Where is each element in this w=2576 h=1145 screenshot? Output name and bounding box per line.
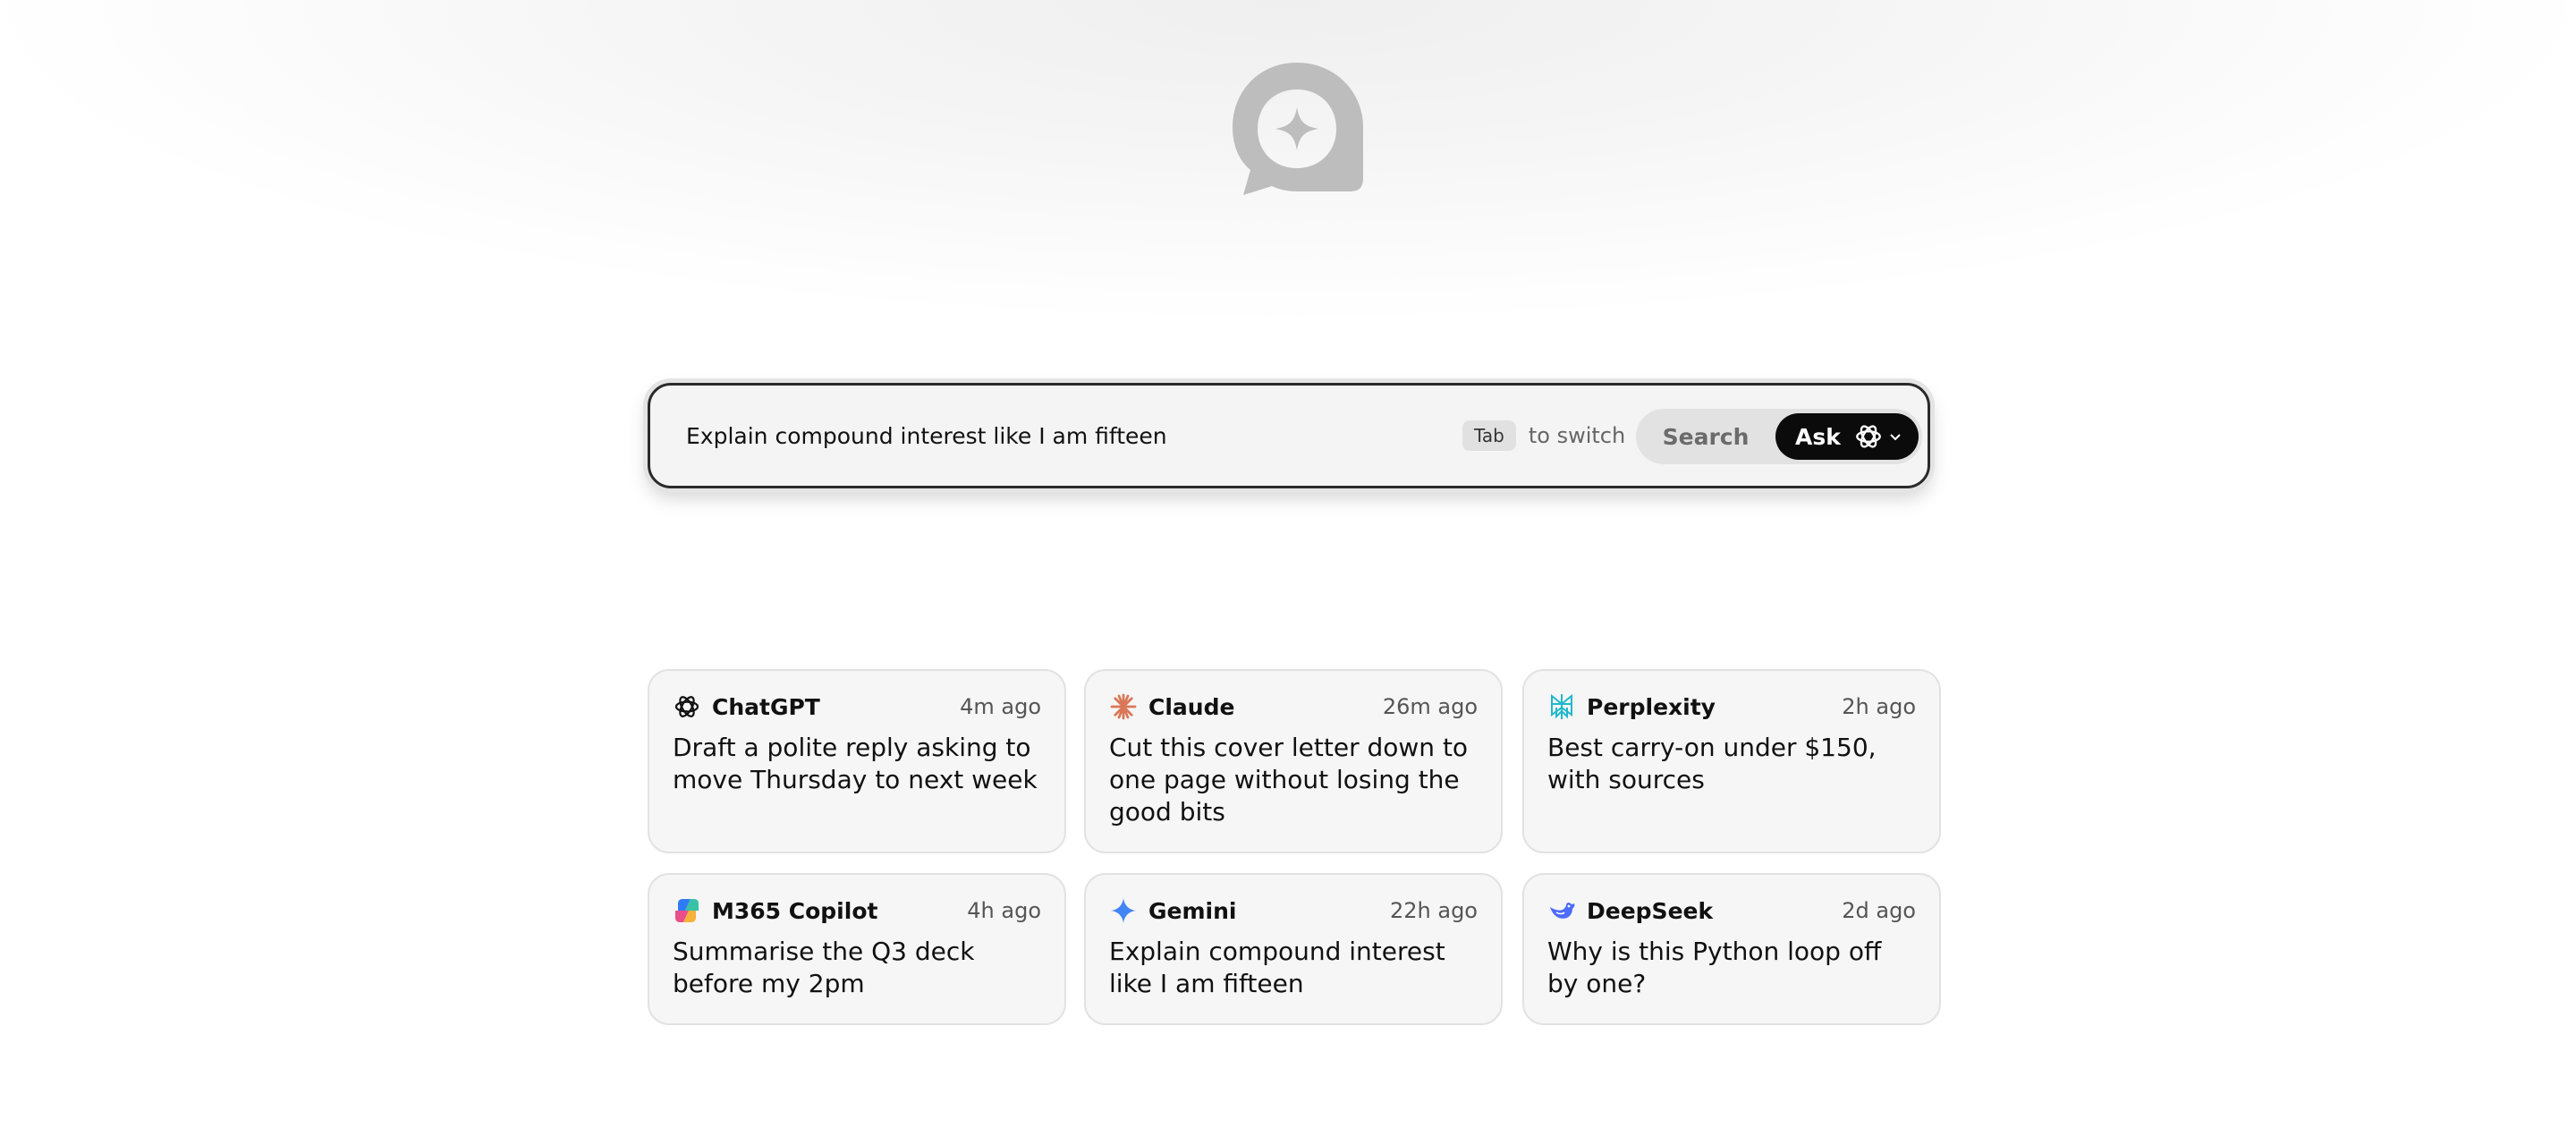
app-logo-icon — [1233, 63, 1363, 195]
recent-card-gemini[interactable]: Gemini 22h ago Explain compound interest… — [1084, 873, 1503, 1025]
card-timestamp: 2h ago — [1842, 694, 1916, 719]
mode-toggle: Search Ask — [1636, 409, 1922, 464]
recent-card-claude[interactable]: Claude 26m ago Cut this cover letter dow… — [1084, 669, 1503, 853]
chevron-down-icon[interactable] — [1889, 430, 1902, 443]
claude-icon — [1110, 693, 1137, 720]
chatgpt-icon — [674, 696, 699, 717]
tab-switch-hint: Tab to switch — [1462, 420, 1625, 452]
card-prompt-text: Draft a polite reply asking to move Thur… — [673, 733, 1038, 794]
copilot-icon — [675, 899, 699, 922]
card-app-name: Claude — [1148, 693, 1235, 720]
card-app-name: Gemini — [1148, 897, 1237, 924]
card-header: ChatGPT 4m ago — [673, 691, 1041, 723]
recent-card-m365-copilot[interactable]: M365 Copilot 4h ago Summarise the Q3 dec… — [648, 873, 1066, 1025]
chatgpt-icon — [1855, 425, 1881, 448]
card-header: Gemini 22h ago — [1109, 895, 1478, 927]
search-input[interactable] — [686, 411, 1455, 461]
card-header: M365 Copilot 4h ago — [673, 895, 1041, 927]
card-app-name: M365 Copilot — [712, 897, 878, 924]
perplexity-icon — [1551, 693, 1572, 719]
card-app-name: DeepSeek — [1587, 897, 1714, 924]
card-header: DeepSeek 2d ago — [1547, 895, 1916, 927]
card-timestamp: 22h ago — [1389, 898, 1478, 923]
recent-card-perplexity[interactable]: Perplexity 2h ago Best carry-on under $1… — [1522, 669, 1941, 853]
page: Tab to switch Search Ask — [0, 0, 2576, 1145]
card-prompt-text: Cut this cover letter down to one page w… — [1109, 733, 1469, 827]
card-prompt-text: Best carry-on under $150, with sources — [1547, 733, 1877, 794]
deepseek-icon — [1550, 902, 1575, 919]
card-timestamp: 4m ago — [960, 694, 1041, 719]
card-prompt-text: Why is this Python loop off by one? — [1547, 937, 1882, 998]
card-prompt-text: Explain compound interest like I am fift… — [1109, 937, 1445, 998]
ask-mode-label: Ask — [1795, 423, 1841, 450]
card-header: Claude 26m ago — [1109, 691, 1478, 723]
tab-hint-text: to switch — [1528, 423, 1626, 448]
card-app-name: ChatGPT — [712, 693, 820, 720]
card-app-name: Perplexity — [1587, 693, 1716, 720]
card-timestamp: 2d ago — [1842, 898, 1916, 923]
card-header: Perplexity 2h ago — [1547, 691, 1916, 723]
recent-card-chatgpt[interactable]: ChatGPT 4m ago Draft a polite reply aski… — [648, 669, 1066, 853]
search-mode-button[interactable]: Search — [1636, 409, 1775, 464]
tab-key-badge: Tab — [1462, 420, 1516, 451]
card-prompt-text: Summarise the Q3 deck before my 2pm — [673, 937, 975, 998]
recent-card-deepseek[interactable]: DeepSeek 2d ago Why is this Python loop … — [1522, 873, 1941, 1025]
search-bar: Tab to switch Search Ask — [648, 383, 1930, 488]
gemini-icon — [1111, 898, 1136, 923]
card-timestamp: 4h ago — [967, 898, 1041, 923]
card-timestamp: 26m ago — [1382, 694, 1478, 719]
ask-mode-button[interactable]: Ask — [1775, 413, 1919, 460]
